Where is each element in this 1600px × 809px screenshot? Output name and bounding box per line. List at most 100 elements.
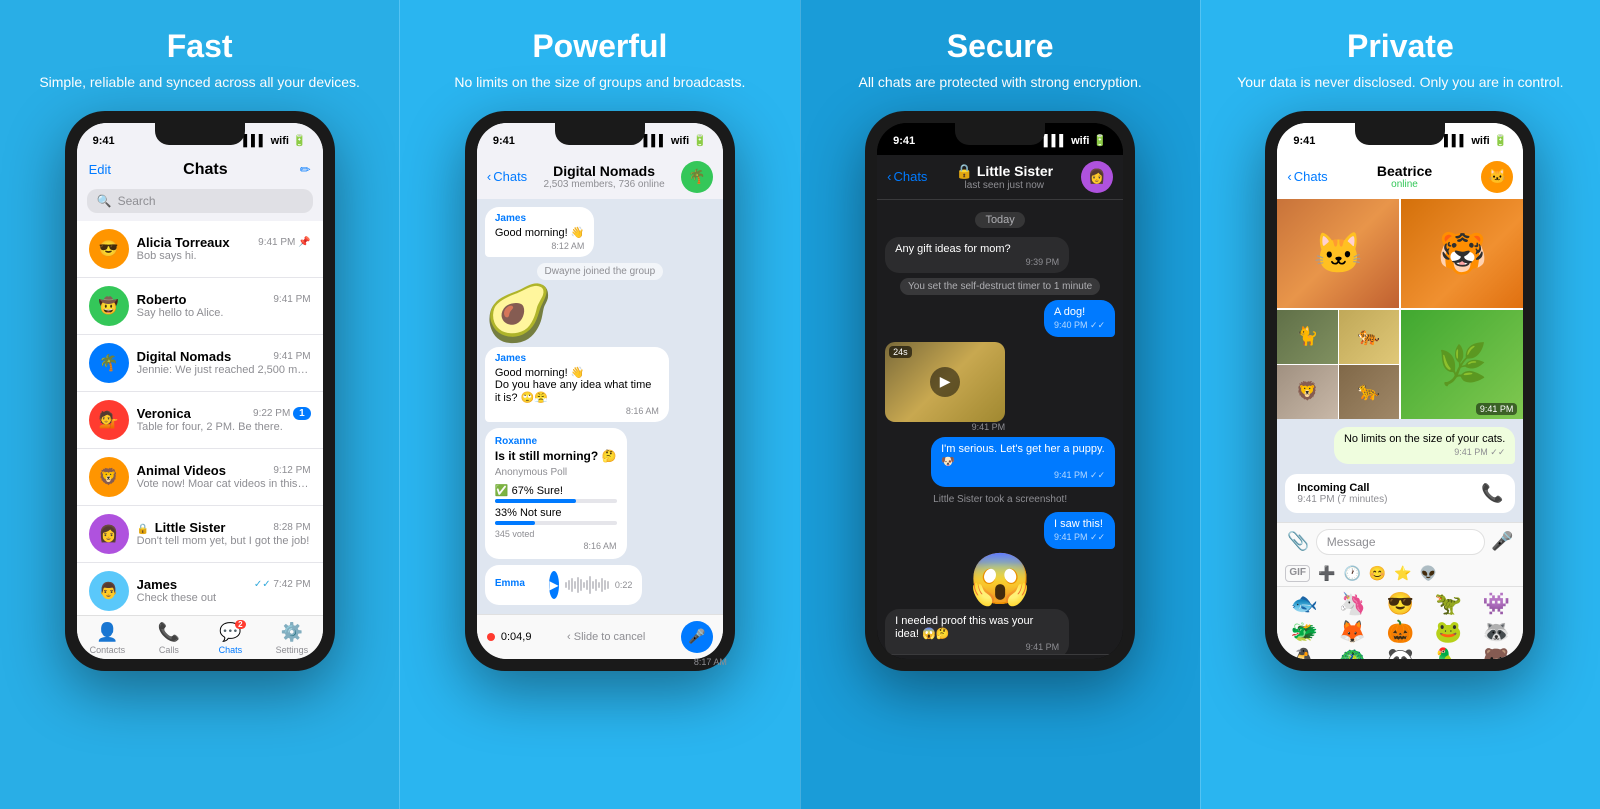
video-message: 24s ▶ 9:41 PM bbox=[885, 342, 1005, 432]
chat-screen-secure: ‹ Chats 🔒 Little Sister last seen just n… bbox=[877, 155, 1123, 659]
status-icons-private: ▌▌▌ wifi 🔋 bbox=[1444, 134, 1507, 147]
video-play-button[interactable]: ▶ bbox=[930, 367, 960, 397]
mic-button[interactable]: 🎤 bbox=[681, 621, 713, 653]
plus-sticker-icon[interactable]: ➕ bbox=[1318, 565, 1335, 582]
sticker-14[interactable]: 🦜 bbox=[1425, 647, 1471, 658]
chat-item-veronica[interactable]: 💁 Veronica 9:22 PM 1 Table for four, 2 P… bbox=[77, 392, 323, 449]
sticker-4[interactable]: 🦖 bbox=[1425, 591, 1471, 617]
msg-cats: No limits on the size of your cats. 9:41… bbox=[1334, 427, 1515, 464]
status-icons-secure: ▌▌▌ wifi 🔋 bbox=[1044, 134, 1107, 147]
back-button-secure[interactable]: ‹ Chats bbox=[887, 169, 927, 184]
edit-button[interactable]: Edit bbox=[89, 162, 111, 177]
chat-info-animal: Animal Videos 9:12 PM Vote now! Moar cat… bbox=[137, 463, 311, 490]
chat-preview-alicia: Bob says hi. bbox=[137, 250, 311, 262]
avatar-veronica: 💁 bbox=[89, 400, 129, 440]
alien-sticker-icon[interactable]: 👽 bbox=[1420, 565, 1437, 582]
recording-dot bbox=[487, 633, 495, 641]
panel-secure-title: Secure bbox=[947, 28, 1054, 65]
private-chat-sub: online bbox=[1336, 179, 1474, 190]
msg-saw: I saw this! 9:41 PM ✓✓ bbox=[1044, 512, 1115, 549]
chat-time-nomads: 9:41 PM bbox=[273, 351, 310, 362]
recording-time: 0:04,9 bbox=[501, 631, 532, 643]
secret-chat-name: 🔒 Little Sister bbox=[935, 163, 1073, 180]
message-input-private[interactable]: Message bbox=[1316, 529, 1485, 555]
panel-fast-title: Fast bbox=[167, 28, 233, 65]
smile-sticker-icon[interactable]: 😊 bbox=[1369, 565, 1386, 582]
incoming-call-bubble: Incoming Call 9:41 PM (7 minutes) 📞 bbox=[1285, 474, 1515, 513]
input-bar-private: 📎 Message 🎤 bbox=[1277, 522, 1523, 561]
panel-fast: Fast Simple, reliable and synced across … bbox=[0, 0, 399, 809]
tab-settings[interactable]: ⚙️ Settings bbox=[261, 622, 323, 655]
sticker-1[interactable]: 🐟 bbox=[1281, 591, 1327, 617]
chat-item-james[interactable]: 👨 James ✓✓ 7:42 PM Check these out bbox=[77, 563, 323, 615]
photo-sm-1: 🐈 bbox=[1277, 310, 1338, 364]
chat-time-james: ✓✓ 7:42 PM bbox=[254, 579, 311, 590]
chats-header: Edit Chats ✏ bbox=[77, 155, 323, 185]
panel-powerful-title: Powerful bbox=[532, 28, 667, 65]
sticker-10[interactable]: 🦝 bbox=[1473, 619, 1519, 645]
sticker-9[interactable]: 🐸 bbox=[1425, 619, 1471, 645]
recording-bar: 0:04,9 ‹ Slide to cancel 🎤 bbox=[477, 614, 723, 659]
search-inner[interactable]: 🔍 Search bbox=[87, 189, 313, 213]
chat-item-roberto[interactable]: 🤠 Roberto 9:41 PM Say hello to Alice. bbox=[77, 278, 323, 335]
chat-item-alicia[interactable]: 😎 Alicia Torreaux 9:41 PM 📌 Bob says hi. bbox=[77, 221, 323, 278]
msg-system-timer: You set the self-destruct timer to 1 min… bbox=[900, 278, 1100, 295]
sticker-grid: 🐟 🦄 😎 🦖 👾 🐲 🦊 🎃 🐸 🦝 🐧 🦚 🐼 🦜 bbox=[1277, 587, 1523, 659]
photo-tiger: 🐯 bbox=[1401, 199, 1523, 308]
avatar-roberto: 🤠 bbox=[89, 286, 129, 326]
secret-chat-sub: last seen just now bbox=[935, 180, 1073, 191]
gif-button[interactable]: GIF bbox=[1285, 565, 1310, 582]
tab-bar: 👤 Contacts 📞 Calls 💬2 Chats ⚙️ Settings bbox=[77, 615, 323, 659]
attach-icon-private[interactable]: 📎 bbox=[1287, 531, 1309, 552]
mic-icon-private[interactable]: 🎤 bbox=[1491, 531, 1513, 552]
search-bar: 🔍 Search bbox=[77, 185, 323, 221]
sticker-7[interactable]: 🦊 bbox=[1329, 619, 1375, 645]
chat-list: 😎 Alicia Torreaux 9:41 PM 📌 Bob says hi.… bbox=[77, 221, 323, 615]
chat-item-nomads[interactable]: 🌴 Digital Nomads 9:41 PM Jennie: We just… bbox=[77, 335, 323, 392]
status-time-powerful: 9:41 bbox=[493, 135, 515, 147]
sticker-2[interactable]: 🦄 bbox=[1329, 591, 1375, 617]
chat-info-james: James ✓✓ 7:42 PM Check these out bbox=[137, 577, 311, 604]
poll-option-1: ✅ 67% Sure! bbox=[495, 484, 617, 503]
compose-button[interactable]: ✏ bbox=[300, 162, 311, 178]
call-info: Incoming Call 9:41 PM (7 minutes) bbox=[1297, 482, 1387, 505]
msg-dog: A dog! 9:40 PM ✓✓ bbox=[1044, 300, 1115, 337]
sticker-3[interactable]: 😎 bbox=[1377, 591, 1423, 617]
sticker-6[interactable]: 🐲 bbox=[1281, 619, 1327, 645]
tab-chats-label: Chats bbox=[219, 645, 243, 655]
chat-item-sister[interactable]: 👩 🔒 Little Sister 8:28 PM Don't tell mom… bbox=[77, 506, 323, 563]
play-button[interactable]: ▶ bbox=[549, 571, 559, 599]
chat-name-roberto: Roberto bbox=[137, 292, 187, 307]
msg-james-2: James Good morning! 👋Do you have any ide… bbox=[485, 347, 669, 422]
chats-icon: 💬2 bbox=[219, 622, 241, 643]
chat-name-animal: Animal Videos bbox=[137, 463, 226, 478]
sticker-8[interactable]: 🎃 bbox=[1377, 619, 1423, 645]
tab-chats[interactable]: 💬2 Chats bbox=[200, 622, 262, 655]
chat-preview-veronica: Table for four, 2 PM. Be there. bbox=[137, 421, 311, 433]
phone-fast-notch bbox=[155, 123, 245, 145]
back-button-private[interactable]: ‹ Chats bbox=[1287, 169, 1327, 184]
search-placeholder: Search bbox=[118, 194, 156, 208]
tab-contacts[interactable]: 👤 Contacts bbox=[77, 622, 139, 655]
tab-calls[interactable]: 📞 Calls bbox=[138, 622, 200, 655]
avatar-alicia: 😎 bbox=[89, 229, 129, 269]
battery-icon: 🔋 bbox=[1494, 134, 1508, 147]
poll-bubble: Roxanne Is it still morning? 🤔 Anonymous… bbox=[485, 428, 627, 559]
sticker-5[interactable]: 👾 bbox=[1473, 591, 1519, 617]
star-sticker-icon[interactable]: ⭐ bbox=[1394, 565, 1411, 582]
sticker-11[interactable]: 🐧 bbox=[1281, 647, 1327, 658]
chat-item-animal[interactable]: 🦁 Animal Videos 9:12 PM Vote now! Moar c… bbox=[77, 449, 323, 506]
sticker-13[interactable]: 🐼 bbox=[1377, 647, 1423, 658]
chat-screen-powerful: ‹ Chats Digital Nomads 2,503 members, 73… bbox=[477, 155, 723, 659]
chat-name-james: James bbox=[137, 577, 177, 592]
clock-sticker-icon[interactable]: 🕐 bbox=[1343, 565, 1360, 582]
avatar-nomads: 🌴 bbox=[89, 343, 129, 383]
sticker-12[interactable]: 🦚 bbox=[1329, 647, 1375, 658]
messages-area-private: No limits on the size of your cats. 9:41… bbox=[1277, 419, 1523, 522]
signal-icon: ▌▌▌ bbox=[643, 135, 666, 147]
contacts-icon: 👤 bbox=[96, 622, 118, 643]
back-button-powerful[interactable]: ‹ Chats bbox=[487, 169, 527, 184]
panel-powerful: Powerful No limits on the size of groups… bbox=[399, 0, 799, 809]
sticker-15[interactable]: 🐻 bbox=[1473, 647, 1519, 658]
msg-system-dwayne: Dwayne joined the group bbox=[537, 263, 664, 280]
